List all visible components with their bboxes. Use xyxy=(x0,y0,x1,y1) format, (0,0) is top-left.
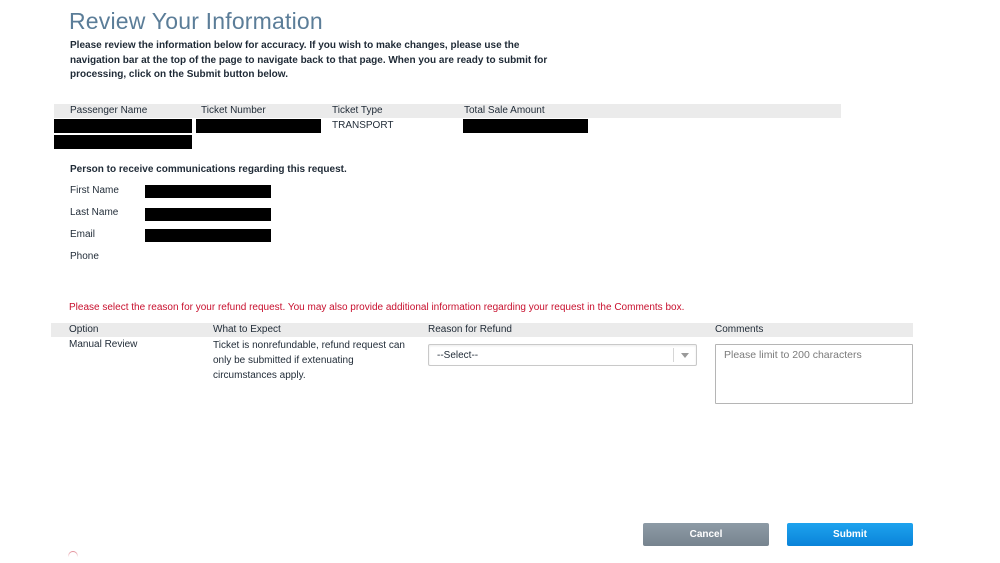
passenger-name-redacted xyxy=(54,119,192,133)
refund-table-header: Option What to Expect Reason for Refund … xyxy=(51,323,913,337)
header-reason-for-refund: Reason for Refund xyxy=(428,324,512,335)
comments-textarea[interactable] xyxy=(715,344,913,404)
ticket-type-value: TRANSPORT xyxy=(332,120,394,131)
reason-for-refund-select[interactable]: --Select-- xyxy=(428,344,697,366)
submit-button[interactable]: Submit xyxy=(787,523,913,546)
header-what-to-expect: What to Expect xyxy=(213,324,281,335)
ticket-table-header: Passenger Name Ticket Number Ticket Type… xyxy=(54,104,841,118)
header-ticket-number: Ticket Number xyxy=(201,105,266,116)
first-name-label: First Name xyxy=(70,185,119,196)
option-value: Manual Review xyxy=(69,339,138,350)
last-name-label: Last Name xyxy=(70,207,119,218)
intro-text: Please review the information below for … xyxy=(70,40,548,80)
last-name-redacted xyxy=(145,208,271,221)
total-sale-amount-redacted xyxy=(463,119,588,133)
bottom-fade xyxy=(50,548,950,563)
chevron-down-icon[interactable] xyxy=(681,353,689,358)
header-ticket-type: Ticket Type xyxy=(332,105,383,116)
header-passenger-name: Passenger Name xyxy=(70,105,148,116)
cancel-button[interactable]: Cancel xyxy=(643,523,769,546)
what-to-expect-text: Ticket is nonrefundable, refund request … xyxy=(213,340,405,381)
select-divider xyxy=(673,348,674,362)
ticket-number-redacted xyxy=(196,119,321,133)
passenger-name-redacted-line2 xyxy=(54,135,192,149)
refund-notice: Please select the reason for your refund… xyxy=(69,302,685,313)
first-name-redacted xyxy=(145,185,271,198)
phone-label: Phone xyxy=(70,251,99,262)
email-label: Email xyxy=(70,229,96,240)
header-option: Option xyxy=(69,324,99,335)
page-title: Review Your Information xyxy=(69,8,323,34)
header-comments: Comments xyxy=(715,324,764,335)
contact-heading: Person to receive communications regardi… xyxy=(70,164,347,175)
email-redacted xyxy=(145,229,271,242)
header-total-sale-amount: Total Sale Amount xyxy=(464,105,545,116)
reason-selected-value: --Select-- xyxy=(437,350,479,361)
